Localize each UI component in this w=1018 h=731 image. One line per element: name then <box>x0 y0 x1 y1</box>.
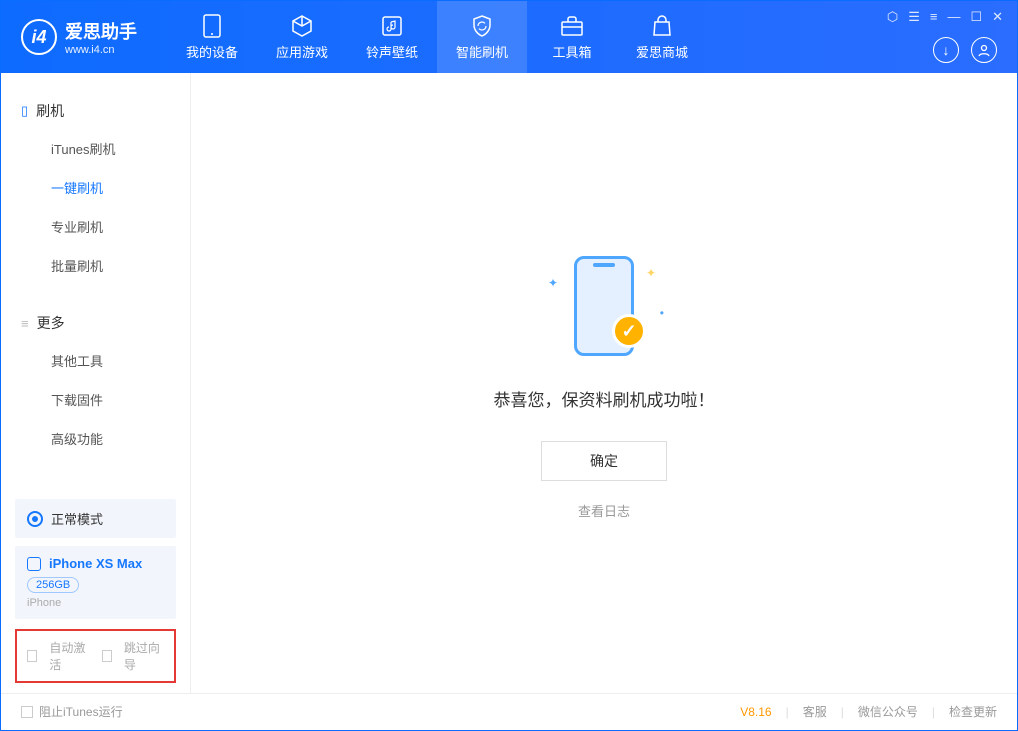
close-button[interactable]: ✕ <box>992 9 1003 25</box>
block-itunes-checkbox[interactable] <box>21 706 33 718</box>
device-info-box[interactable]: iPhone XS Max 256GB iPhone <box>15 546 176 619</box>
sidebar-item-advanced[interactable]: 高级功能 <box>1 419 190 458</box>
logo-text: 爱思助手 www.i4.cn <box>65 18 137 56</box>
user-icon[interactable] <box>971 37 997 63</box>
device-icon: ▯ <box>21 103 28 119</box>
footer-right: V8.16 | 客服 | 微信公众号 | 检查更新 <box>740 703 997 720</box>
status-dot-icon <box>27 511 43 527</box>
shirt-icon[interactable]: ⬡ <box>887 9 898 25</box>
download-icon[interactable]: ↓ <box>933 37 959 63</box>
window-controls: ⬡ ☰ ≡ — ☐ ✕ <box>887 9 1003 25</box>
footer: 阻止iTunes运行 V8.16 | 客服 | 微信公众号 | 检查更新 <box>1 693 1017 729</box>
list-icon[interactable]: ☰ <box>908 9 920 25</box>
app-title: 爱思助手 <box>65 18 137 44</box>
tab-smart-flash[interactable]: 智能刷机 <box>437 1 527 73</box>
check-badge-icon: ✓ <box>612 314 646 348</box>
tab-toolbox[interactable]: 工具箱 <box>527 1 617 73</box>
auto-activate-checkbox[interactable] <box>27 650 37 662</box>
toolbox-icon <box>560 14 584 38</box>
device-type: iPhone <box>27 597 164 609</box>
device-name: iPhone XS Max <box>49 556 142 571</box>
skip-guide-checkbox[interactable] <box>102 650 112 662</box>
sidebar-item-oneclick-flash[interactable]: 一键刷机 <box>1 168 190 207</box>
main-content: ✓ ✦ ✦ • 恭喜您，保资料刷机成功啦！ 确定 查看日志 <box>191 73 1017 693</box>
sidebar-header-more: ≡ 更多 <box>1 305 190 341</box>
maximize-button[interactable]: ☐ <box>970 9 982 25</box>
tab-my-device[interactable]: 我的设备 <box>167 1 257 73</box>
sidebar-bottom: 正常模式 iPhone XS Max 256GB iPhone 自动激活 跳过向… <box>1 491 190 693</box>
footer-link-support[interactable]: 客服 <box>803 703 827 720</box>
cube-icon <box>290 14 314 38</box>
block-itunes-label: 阻止iTunes运行 <box>39 703 123 720</box>
sidebar-item-itunes-flash[interactable]: iTunes刷机 <box>1 129 190 168</box>
tab-ringtones[interactable]: 铃声壁纸 <box>347 1 437 73</box>
app-header: i4 爱思助手 www.i4.cn 我的设备 应用游戏 铃声壁纸 智能刷机 工具… <box>1 1 1017 73</box>
sidebar-item-batch-flash[interactable]: 批量刷机 <box>1 246 190 285</box>
logo-icon: i4 <box>21 19 57 55</box>
sparkle-icon: • <box>660 306 664 320</box>
skip-guide-label: 跳过向导 <box>124 639 164 673</box>
bag-icon <box>650 14 674 38</box>
sidebar-item-download-firmware[interactable]: 下载固件 <box>1 380 190 419</box>
phone-small-icon <box>27 557 41 571</box>
phone-icon <box>200 14 224 38</box>
ok-button[interactable]: 确定 <box>541 441 667 481</box>
auto-activate-label: 自动激活 <box>49 639 89 673</box>
logo-area: i4 爱思助手 www.i4.cn <box>21 18 137 56</box>
main-tabs: 我的设备 应用游戏 铃声壁纸 智能刷机 工具箱 爱思商城 <box>167 1 707 73</box>
sidebar: ▯ 刷机 iTunes刷机 一键刷机 专业刷机 批量刷机 ≡ 更多 其他工具 下… <box>1 73 191 693</box>
tab-store[interactable]: 爱思商城 <box>617 1 707 73</box>
sparkle-icon: ✦ <box>646 266 656 280</box>
success-message: 恭喜您，保资料刷机成功啦！ <box>494 386 715 411</box>
app-subtitle: www.i4.cn <box>65 44 137 56</box>
sidebar-item-pro-flash[interactable]: 专业刷机 <box>1 207 190 246</box>
footer-link-update[interactable]: 检查更新 <box>949 703 997 720</box>
app-body: ▯ 刷机 iTunes刷机 一键刷机 专业刷机 批量刷机 ≡ 更多 其他工具 下… <box>1 73 1017 693</box>
menu-icon[interactable]: ≡ <box>930 9 938 25</box>
minimize-button[interactable]: — <box>947 9 960 25</box>
sidebar-item-other-tools[interactable]: 其他工具 <box>1 341 190 380</box>
footer-left: 阻止iTunes运行 <box>21 703 123 720</box>
sparkle-icon: ✦ <box>548 276 558 290</box>
music-icon <box>380 14 404 38</box>
tab-apps-games[interactable]: 应用游戏 <box>257 1 347 73</box>
device-storage-badge: 256GB <box>27 577 79 593</box>
sidebar-section-flash: ▯ 刷机 iTunes刷机 一键刷机 专业刷机 批量刷机 <box>1 73 190 285</box>
footer-link-wechat[interactable]: 微信公众号 <box>858 703 918 720</box>
version-label: V8.16 <box>740 705 771 719</box>
shield-refresh-icon <box>470 14 494 38</box>
sidebar-section-more: ≡ 更多 其他工具 下载固件 高级功能 <box>1 285 190 458</box>
header-actions: ↓ <box>933 37 997 63</box>
options-bar: 自动激活 跳过向导 <box>15 629 176 683</box>
device-mode-box[interactable]: 正常模式 <box>15 499 176 538</box>
sidebar-header-flash: ▯ 刷机 <box>1 93 190 129</box>
view-log-link[interactable]: 查看日志 <box>578 501 630 520</box>
list-icon: ≡ <box>21 316 29 331</box>
success-illustration: ✓ ✦ ✦ • <box>544 246 664 366</box>
device-mode-label: 正常模式 <box>51 509 103 528</box>
